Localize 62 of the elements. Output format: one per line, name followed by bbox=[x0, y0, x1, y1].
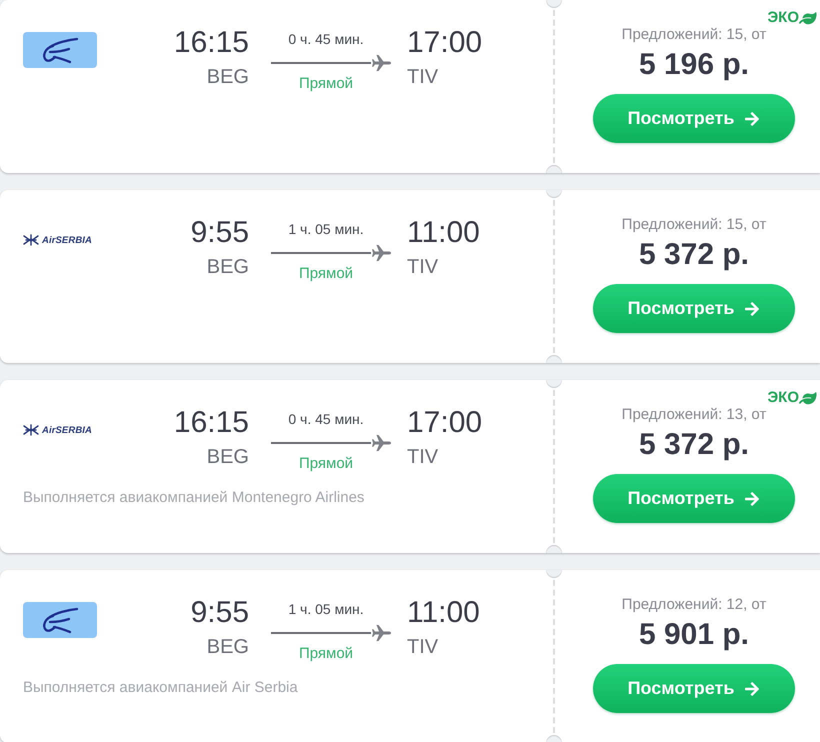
stops-label: Прямой bbox=[298, 645, 354, 663]
airline-logo-icon bbox=[23, 32, 97, 68]
view-button[interactable]: Посмотреть bbox=[593, 284, 795, 333]
price: 5 196 р. bbox=[638, 48, 750, 82]
offers-count: Предложений: 15, от bbox=[622, 26, 766, 44]
ticket-notch bbox=[546, 545, 562, 553]
arrival-airport: TIV bbox=[407, 255, 438, 279]
stops-label: Прямой bbox=[298, 265, 354, 283]
price: 5 372 р. bbox=[638, 238, 750, 272]
arrival-time: 17:00 bbox=[407, 26, 482, 60]
airline-logo-icon bbox=[23, 602, 97, 638]
offers-count: Предложений: 13, от bbox=[622, 406, 766, 424]
ticket-notch bbox=[546, 165, 562, 173]
route-arrow-icon bbox=[271, 625, 391, 641]
view-button[interactable]: Посмотреть bbox=[593, 474, 795, 523]
airline-wordmark: AirSERBIA bbox=[42, 234, 92, 246]
view-button[interactable]: Посмотреть bbox=[593, 94, 795, 143]
airline-wordmark: AirSERBIA bbox=[42, 424, 92, 436]
flight-duration: 1 ч. 05 мин. bbox=[287, 600, 365, 618]
arrival-airport: TIV bbox=[407, 65, 438, 89]
ticket-notch bbox=[546, 190, 562, 198]
departure-airport: BEG bbox=[206, 445, 249, 469]
route-arrow-icon bbox=[271, 245, 391, 261]
arrival-time: 11:00 bbox=[407, 216, 480, 250]
ticket-notch bbox=[546, 355, 562, 363]
emblem-icon bbox=[23, 234, 39, 246]
arrow-right-icon bbox=[744, 490, 760, 506]
view-button[interactable]: Посмотреть bbox=[593, 664, 795, 713]
offers-count: Предложений: 12, от bbox=[622, 596, 766, 614]
arrival-time: 17:00 bbox=[407, 406, 482, 440]
ticket-notch bbox=[546, 735, 562, 742]
route-arrow-icon bbox=[271, 55, 391, 71]
eco-label: ЭКО bbox=[768, 389, 799, 407]
price: 5 372 р. bbox=[638, 428, 750, 462]
arrow-right-icon bbox=[744, 680, 760, 696]
stops-label: Прямой bbox=[298, 455, 354, 473]
departure-time: 9:55 bbox=[190, 216, 249, 250]
offers-count: Предложений: 15, от bbox=[622, 216, 766, 234]
departure-airport: BEG bbox=[206, 255, 249, 279]
operated-by-text: Выполняется авиакомпанией Montenegro Airlines bbox=[23, 489, 364, 507]
flight-duration: 0 ч. 45 мин. bbox=[287, 30, 365, 48]
emblem-icon bbox=[23, 424, 39, 436]
route-arrow-icon bbox=[271, 435, 391, 451]
departure-time: 16:15 bbox=[174, 406, 249, 440]
ticket-notch bbox=[546, 380, 562, 388]
departure-airport: BEG bbox=[206, 635, 249, 659]
departure-airport: BEG bbox=[206, 65, 249, 89]
arrival-airport: TIV bbox=[407, 445, 438, 469]
stops-label: Прямой bbox=[298, 75, 354, 93]
eco-label: ЭКО bbox=[768, 9, 799, 27]
departure-time: 16:15 bbox=[174, 26, 249, 60]
ticket-notch bbox=[546, 0, 562, 8]
arrival-airport: TIV bbox=[407, 635, 438, 659]
departure-time: 9:55 bbox=[190, 596, 249, 630]
ticket-notch bbox=[546, 570, 562, 578]
arrow-right-icon bbox=[744, 110, 760, 126]
arrow-right-icon bbox=[744, 300, 760, 316]
arrival-time: 11:00 bbox=[407, 596, 480, 630]
flight-duration: 0 ч. 45 мин. bbox=[287, 410, 365, 428]
operated-by-text: Выполняется авиакомпанией Air Serbia bbox=[23, 679, 298, 697]
flight-duration: 1 ч. 05 мин. bbox=[287, 220, 365, 238]
price: 5 901 р. bbox=[638, 618, 750, 652]
